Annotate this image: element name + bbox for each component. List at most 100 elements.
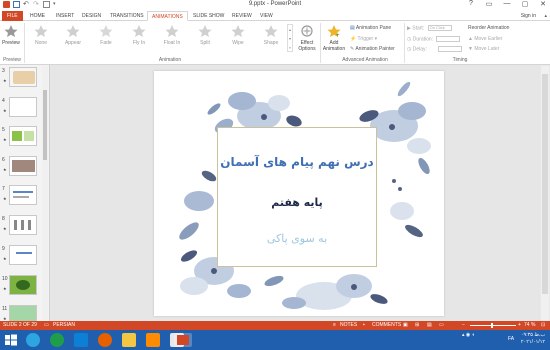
input-language[interactable]: FA: [508, 336, 514, 343]
group-label-preview: Preview: [3, 57, 21, 63]
thumbnail-scrollbar[interactable]: [42, 66, 48, 320]
ribbon-tabs: FILE HOME INSERT DESIGN TRANSITIONS ANIM…: [0, 10, 550, 21]
normal-view-icon[interactable]: ▣: [403, 321, 408, 330]
animation-pane-button[interactable]: ▤ Animation Pane: [350, 25, 391, 31]
notes-button[interactable]: NOTES: [340, 321, 357, 330]
star-none-icon: [34, 25, 48, 37]
slide-scroll-thumb[interactable]: [542, 74, 548, 294]
animation-none[interactable]: None: [28, 24, 54, 46]
slide-thumbnail-10[interactable]: [9, 275, 37, 295]
clock-time: ۰۹:۳۵ ب.ظ: [520, 332, 546, 338]
animation-fade[interactable]: Fade: [93, 24, 119, 46]
thumb-number: 11: [2, 306, 8, 312]
duration-spinner[interactable]: [436, 36, 461, 42]
powerpoint-taskbar-icon[interactable]: [174, 333, 192, 347]
animation-star-icon: ★: [3, 226, 7, 231]
slide-thumbnail-6[interactable]: [9, 156, 37, 176]
animation-appear[interactable]: Appear: [60, 24, 86, 46]
zoom-slider-thumb[interactable]: [491, 323, 493, 328]
animation-float-in[interactable]: Float In: [159, 24, 185, 46]
clock[interactable]: ۰۹:۳۵ ب.ظ ۲۰۲۱/۰۱/۱۲: [518, 332, 548, 346]
tab-review[interactable]: REVIEW: [232, 11, 252, 21]
animation-star-icon: ★: [3, 108, 7, 113]
slide-scrollbar[interactable]: [541, 66, 549, 320]
proofing-icon[interactable]: ▭: [44, 321, 49, 330]
duration-field[interactable]: ◷ Duration:: [407, 36, 461, 43]
maximize-button[interactable]: ▢: [520, 0, 530, 8]
trigger-button[interactable]: ⚡ Trigger ▾: [350, 36, 377, 42]
status-bar: SLIDE 2 OF 29 ▭ PERSIAN ≡ NOTES ▪ COMMEN…: [0, 321, 550, 330]
firefox-icon[interactable]: [98, 333, 112, 347]
tab-insert[interactable]: INSERT: [56, 11, 74, 21]
start-dropdown[interactable]: On Click: [427, 25, 452, 31]
slide-thumbnail-8[interactable]: [9, 215, 37, 235]
help-button[interactable]: ?: [466, 0, 476, 8]
tab-home[interactable]: HOME: [30, 11, 45, 21]
title-text-box[interactable]: درس نهم پیام های آسمان پایه هفتم به سوی …: [217, 127, 377, 267]
animation-fly-in[interactable]: Fly In: [126, 24, 152, 46]
star-shape-icon: [264, 25, 278, 37]
reading-view-icon[interactable]: ▤: [427, 321, 432, 330]
thumbnail-scroll-thumb[interactable]: [43, 90, 47, 160]
tray-icons[interactable]: ▴ ◉ ◖: [462, 332, 475, 339]
effect-options-button[interactable]: Effect Options: [296, 24, 318, 52]
tab-slide-show[interactable]: SLIDE SHOW: [193, 11, 224, 21]
move-later-button[interactable]: ▼ Move Later: [468, 46, 499, 52]
slide-thumbnail-4[interactable]: [9, 97, 37, 117]
zoom-in-button[interactable]: +: [518, 321, 521, 330]
ribbon-display-options-button[interactable]: ▭: [484, 0, 494, 8]
effect-options-icon: [301, 25, 313, 37]
zoom-slider[interactable]: [470, 325, 516, 326]
gallery-scroll[interactable]: ▴ ▾ ▿: [287, 24, 293, 52]
arrow-down-icon: ▼: [468, 46, 473, 52]
windows-taskbar: ▴ ◉ ◖ FA ۰۹:۳۵ ب.ظ ۲۰۲۱/۰۱/۱۲: [0, 330, 550, 350]
delay-spinner[interactable]: [438, 46, 463, 52]
media-app-icon[interactable]: [74, 333, 88, 347]
start-button[interactable]: [4, 333, 18, 347]
telegram-icon[interactable]: [26, 333, 40, 347]
thumb-number: 5: [2, 127, 5, 133]
fit-slide-icon[interactable]: ⊡: [541, 321, 545, 330]
slide-thumbnail-9[interactable]: [9, 245, 37, 265]
slide-thumbnail-3[interactable]: [9, 67, 37, 87]
notes-icon: ≡: [333, 322, 336, 328]
thumb-number: 10: [2, 276, 8, 282]
close-button[interactable]: ✕: [538, 0, 548, 8]
slide-thumbnail-11[interactable]: [9, 305, 37, 321]
star-split-icon: [198, 25, 212, 37]
slide-show-icon[interactable]: ▭: [439, 321, 444, 330]
delay-field[interactable]: ◷ Delay:: [407, 46, 463, 52]
slide-thumbnail-7[interactable]: [9, 185, 37, 205]
thumb-number: 8: [2, 216, 5, 222]
animation-shape[interactable]: Shape: [258, 24, 284, 46]
animation-wipe[interactable]: Wipe: [225, 24, 251, 46]
tab-design[interactable]: DESIGN: [82, 11, 101, 21]
slide-thumbnail-5[interactable]: [9, 126, 37, 146]
internet-explorer-icon[interactable]: [50, 333, 64, 347]
clock-icon: ◷: [407, 36, 412, 43]
media-player-icon[interactable]: [146, 333, 160, 347]
minimize-button[interactable]: —: [502, 0, 512, 8]
current-slide[interactable]: درس نهم پیام های آسمان پایه هفتم به سوی …: [154, 71, 444, 316]
add-animation-button[interactable]: + Add Animation: [322, 24, 346, 52]
language-indicator[interactable]: PERSIAN: [53, 321, 75, 330]
comments-button[interactable]: COMMENTS: [372, 321, 401, 330]
slide-sorter-icon[interactable]: ⊞: [415, 321, 419, 330]
zoom-level[interactable]: 74 %: [524, 321, 535, 330]
thumb-number: 3: [2, 68, 5, 74]
tab-animations[interactable]: ANIMATIONS: [147, 11, 188, 21]
sign-in-link[interactable]: Sign in: [521, 13, 536, 19]
collapse-ribbon-icon[interactable]: ▴: [544, 13, 547, 19]
tab-file[interactable]: FILE: [2, 11, 23, 21]
chevron-down-icon: ▾: [374, 36, 378, 42]
tab-transitions[interactable]: TRANSITIONS: [110, 11, 144, 21]
animation-star-icon: ★: [3, 196, 7, 201]
animation-painter-button[interactable]: ✎ Animation Painter: [350, 46, 395, 52]
zoom-out-button[interactable]: −: [462, 321, 465, 330]
start-field[interactable]: ▶ Start: On Click: [407, 25, 452, 31]
tab-view[interactable]: VIEW: [260, 11, 273, 21]
preview-button[interactable]: Preview: [1, 24, 21, 46]
animation-split[interactable]: Split: [192, 24, 218, 46]
move-earlier-button[interactable]: ▲ Move Earlier: [468, 36, 502, 42]
file-explorer-icon[interactable]: [122, 333, 136, 347]
